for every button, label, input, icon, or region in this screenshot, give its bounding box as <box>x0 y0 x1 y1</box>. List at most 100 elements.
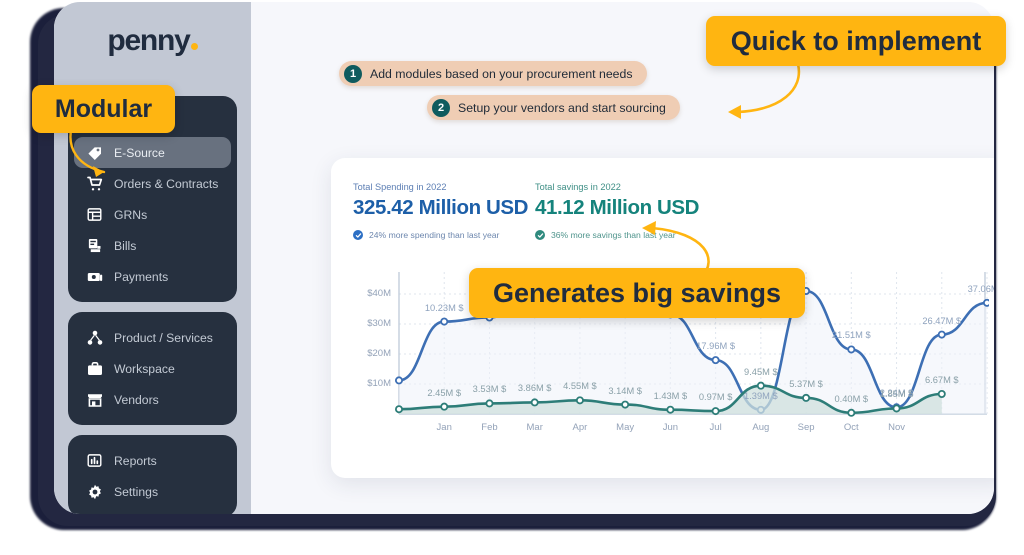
data-point-label: 3.86M $ <box>517 383 552 394</box>
step-text: Add modules based on your procurement ne… <box>370 66 633 81</box>
sidebar-item-settings[interactable]: Settings <box>74 476 231 507</box>
data-point-label: 37.06M $ <box>967 283 994 294</box>
dashboard-card: Total Spending in 2022 325.42 Million US… <box>331 158 994 478</box>
callout-quick-to-implement: Quick to implement <box>706 16 1006 66</box>
sidebar-item-reports[interactable]: Reports <box>74 445 231 476</box>
callout-modular: Modular <box>32 85 175 133</box>
data-point-label: 10.23M $ <box>424 302 464 313</box>
callout-generates-big-savings: Generates big savings <box>469 268 805 318</box>
data-point-label: 9.45M $ <box>744 366 778 377</box>
sidebar-item-label: Payments <box>114 269 169 284</box>
brand-dot-icon <box>190 43 198 50</box>
sidebar-item-label: Vendors <box>114 392 159 407</box>
x-axis-tick-label: May <box>616 422 635 433</box>
step-number-badge: 1 <box>344 64 362 83</box>
sidebar-item-payments[interactable]: Payments <box>74 261 231 292</box>
bill-icon <box>86 237 103 254</box>
stats-row: Total Spending in 2022 325.42 Million US… <box>353 182 989 240</box>
x-axis-tick-label: Jul <box>709 422 722 433</box>
sidebar-item-vendors[interactable]: Vendors <box>74 384 231 415</box>
sidebar-item-label: Reports <box>114 453 157 468</box>
x-axis-tick-label: Mar <box>526 422 543 433</box>
sidebar-item-label: GRNs <box>114 207 148 222</box>
sidebar-item-label: Orders & Contracts <box>114 176 219 191</box>
app-window: penny RequestE-SourceOrders & ContractsG… <box>54 2 994 514</box>
briefcase-icon <box>86 360 103 377</box>
callout-quick-label: Quick to implement <box>730 25 982 56</box>
data-point-label: 1.39M $ <box>744 390 778 401</box>
stat-label: Total savings in 2022 <box>535 182 621 192</box>
step-number-badge: 2 <box>432 98 450 117</box>
grid-icon <box>86 206 103 223</box>
sidebar-item-product-services[interactable]: Product / Services <box>74 322 231 353</box>
brand-name: penny <box>107 24 191 57</box>
data-point-label: 5.37M $ <box>789 378 823 389</box>
data-point-label: 0.97M $ <box>698 392 733 403</box>
tag-icon <box>86 144 103 161</box>
stat-subtext: 36% more savings than last year <box>551 230 676 240</box>
brand-logo: penny <box>54 2 251 80</box>
sidebar-group-2: Reports Settings <box>68 435 237 514</box>
x-axis-tick-label: Oct <box>843 422 859 433</box>
sidebar-item-label: Settings <box>114 484 159 499</box>
callout-modular-label: Modular <box>54 94 153 123</box>
step-row: 1 Add modules based on your procurement n… <box>339 61 680 95</box>
data-point-label: 0.40M $ <box>834 393 869 404</box>
y-axis-tick-label: $30M <box>367 318 391 329</box>
step-1: 1 Add modules based on your procurement n… <box>339 61 647 86</box>
x-axis-tick-label: Sep <box>797 422 815 433</box>
sidebar-item-label: E-Source <box>114 145 165 160</box>
sidebar-item-orders-contracts[interactable]: Orders & Contracts <box>74 168 231 199</box>
sidebar-item-label: Workspace <box>114 361 175 376</box>
stat-total-savings: Total savings in 2022 41.12 Million USD … <box>535 182 717 240</box>
sidebar-item-label: Product / Services <box>114 330 213 345</box>
stat-subtext-row: 36% more savings than last year <box>535 230 717 240</box>
gear-icon <box>86 483 103 500</box>
x-axis-tick-label: Feb <box>481 422 498 433</box>
data-point-label: 3.53M $ <box>472 384 507 395</box>
stat-label: Total Spending in 2022 <box>353 182 447 192</box>
sidebar-item-e-source[interactable]: E-Source <box>74 137 231 168</box>
sidebar-item-workspace[interactable]: Workspace <box>74 353 231 384</box>
data-point-label: 1.43M $ <box>653 390 688 401</box>
y-axis-tick-label: $40M <box>367 288 391 299</box>
sidebar-item-grns[interactable]: GRNs <box>74 199 231 230</box>
data-point-label: 1.85M $ <box>879 389 914 400</box>
stat-value: 41.12 Million USD <box>535 196 700 219</box>
x-axis-tick-label: Nov <box>888 422 905 433</box>
step-2: 2 Setup your vendors and start sourcing <box>427 95 680 120</box>
check-circle-icon <box>535 230 545 240</box>
x-axis-tick-label: Jun <box>662 422 679 433</box>
y-axis-tick-label: $20M <box>367 348 391 359</box>
store-icon <box>86 391 103 408</box>
step-text: Setup your vendors and start sourcing <box>458 100 666 115</box>
data-point-label: 2.45M $ <box>427 387 462 398</box>
stat-subtext-row: 24% more spending than last year <box>353 230 535 240</box>
data-point-label: 17.96M $ <box>696 341 735 352</box>
y-axis-tick-label: $10M <box>367 378 391 389</box>
callout-savings-label: Generates big savings <box>492 277 782 308</box>
data-point-label: 26.47M $ <box>922 315 962 326</box>
data-point-label: 3.14M $ <box>608 385 642 396</box>
x-axis-tick-label: Aug <box>752 422 770 433</box>
sidebar: penny RequestE-SourceOrders & ContractsG… <box>54 2 251 514</box>
cart-icon <box>86 175 103 192</box>
sidebar-item-bills[interactable]: Bills <box>74 230 231 261</box>
x-axis-tick-label: Apr <box>572 422 588 433</box>
payment-icon <box>86 268 103 285</box>
data-point-label: 21.51M $ <box>831 330 871 341</box>
stat-total-spending: Total Spending in 2022 325.42 Million US… <box>353 182 535 240</box>
data-point-label: 4.55M $ <box>563 381 597 392</box>
sidebar-group-1: Product / Services Workspace Vendors <box>68 312 237 425</box>
screenshot-root: penny RequestE-SourceOrders & ContractsG… <box>0 0 1024 555</box>
data-point-label: 6.67M $ <box>924 374 959 385</box>
onboarding-steps: 1 Add modules based on your procurement n… <box>339 61 680 129</box>
check-circle-icon <box>353 230 363 240</box>
chart-icon <box>86 452 103 469</box>
stat-subtext: 24% more spending than last year <box>369 230 500 240</box>
step-row: 2 Setup your vendors and start sourcing <box>339 95 680 129</box>
x-axis-tick-label: Jan <box>436 422 452 433</box>
hierarchy-icon <box>86 329 103 346</box>
stat-value: 325.42 Million USD <box>353 196 529 219</box>
sidebar-item-label: Bills <box>114 238 137 253</box>
